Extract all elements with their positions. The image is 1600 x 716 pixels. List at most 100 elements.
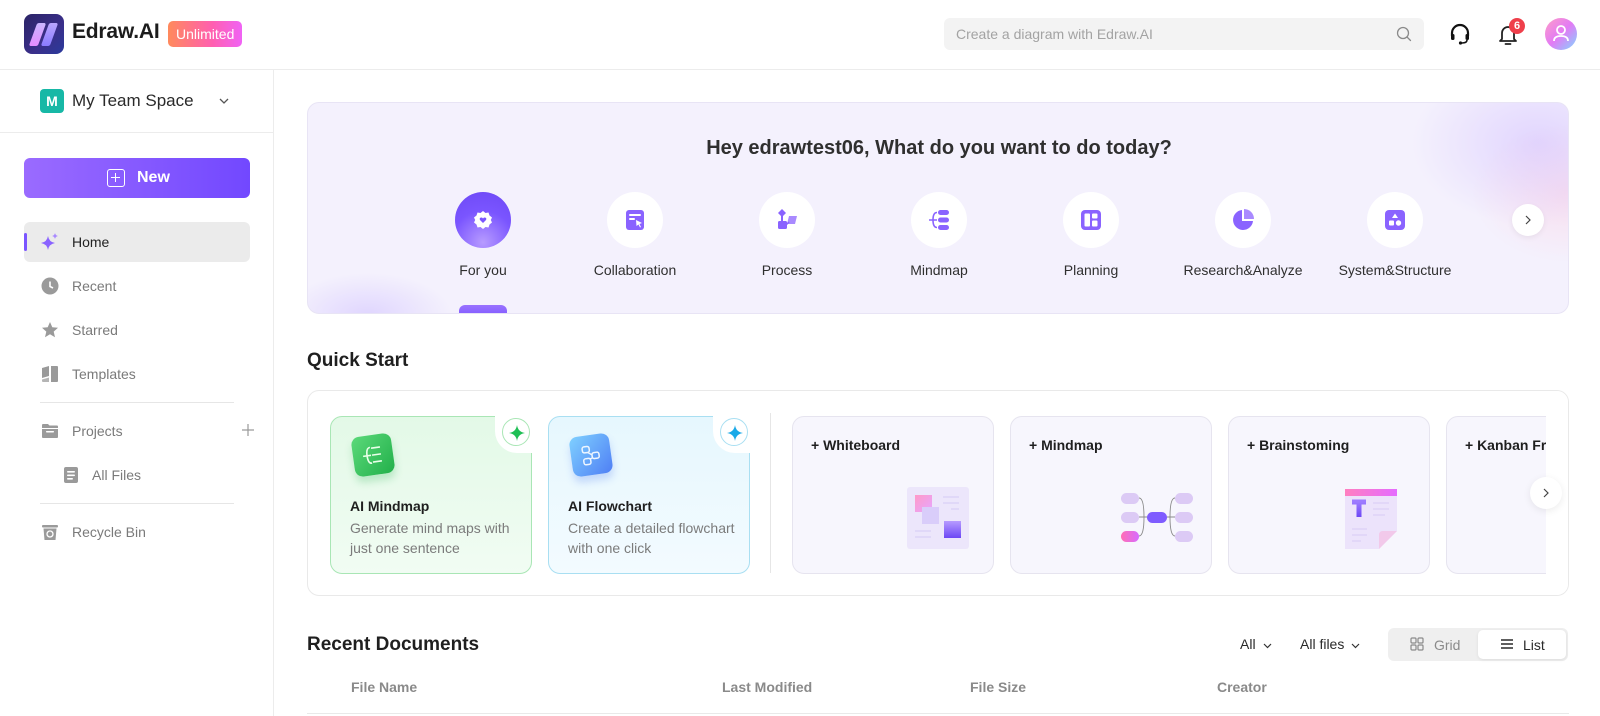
team-name: My Team Space xyxy=(72,91,194,110)
brainstorming-thumbnail-icon xyxy=(1345,489,1397,549)
sidebar-item-recycle-bin[interactable]: Recycle Bin xyxy=(24,512,250,552)
sidebar-item-label: Recent xyxy=(72,278,117,294)
category-label: Process xyxy=(761,262,813,278)
search-icon[interactable] xyxy=(1396,26,1412,42)
sidebar-item-templates[interactable]: Templates xyxy=(24,354,250,394)
sidebar-item-label: Home xyxy=(72,234,110,250)
ai-card-description: Generate mind maps with just one sentenc… xyxy=(350,520,510,556)
sidebar-item-label: Projects xyxy=(72,423,123,439)
ai-sparkle-icon xyxy=(727,425,743,441)
grid-view-button[interactable]: Grid xyxy=(1390,630,1476,659)
sidebar-item-label: Starred xyxy=(72,322,118,338)
new-button[interactable]: New xyxy=(24,158,250,198)
template-card-mindmap[interactable]: + Mindmap xyxy=(1010,416,1212,574)
sidebar-item-projects[interactable]: Projects xyxy=(24,411,254,451)
process-icon xyxy=(778,209,797,229)
column-header-file-size[interactable]: File Size xyxy=(970,679,1026,695)
trash-icon xyxy=(42,525,58,540)
sidebar-item-recent[interactable]: Recent xyxy=(24,266,250,306)
sidebar-divider xyxy=(40,402,234,403)
category-planning[interactable]: Planning xyxy=(1021,192,1161,278)
recent-documents-title: Recent Documents xyxy=(307,634,480,655)
sidebar-item-label: All Files xyxy=(92,467,142,483)
template-title: + Whiteboard xyxy=(811,437,901,453)
category-label: Planning xyxy=(1063,262,1119,278)
collaboration-icon xyxy=(626,210,644,230)
column-header-last-modified[interactable]: Last Modified xyxy=(722,679,812,695)
ai-sparkle-icon xyxy=(509,425,525,441)
sidebar-item-starred[interactable]: Starred xyxy=(24,310,250,350)
chevron-right-icon xyxy=(1543,488,1549,498)
categories-next-button[interactable] xyxy=(1512,204,1544,236)
clock-icon xyxy=(41,277,59,295)
ai-card-description: Create a detailed flowchart with one cli… xyxy=(568,520,735,556)
ai-card-title: AI Mindmap xyxy=(350,498,430,514)
grid-view-label: Grid xyxy=(1434,637,1461,653)
sparkle-icon xyxy=(41,233,58,250)
category-for-you[interactable]: For you xyxy=(413,192,553,278)
hero-banner: Hey edrawtest06, What do you want to do … xyxy=(307,102,1569,314)
folder-icon xyxy=(42,424,58,438)
greeting-title: Hey edrawtest06, What do you want to do … xyxy=(706,137,1172,159)
ai-mindmap-card[interactable]: AI Mindmap Generate mind maps with just … xyxy=(330,415,533,574)
active-category-indicator xyxy=(459,305,507,313)
category-label: Research&Analyze xyxy=(1183,262,1303,278)
column-header-file-name[interactable]: File Name xyxy=(351,679,417,695)
chevron-down-icon xyxy=(1351,643,1360,649)
category-label: For you xyxy=(459,262,507,278)
ai-mindmap-icon xyxy=(362,446,383,465)
sidebar-item-all-files[interactable]: All Files xyxy=(24,455,250,495)
ai-flowchart-card[interactable]: AI Flowchart Create a detailed flowchart… xyxy=(548,415,751,574)
category-process[interactable]: Process xyxy=(717,192,857,278)
pie-chart-icon xyxy=(1233,209,1254,230)
chevron-down-icon xyxy=(1263,643,1271,649)
sidebar-item-home[interactable]: Home xyxy=(24,222,250,262)
chevron-right-icon xyxy=(1525,215,1531,225)
team-space-selector[interactable]: M My Team Space xyxy=(0,70,273,133)
files-filter-value: All files xyxy=(1300,636,1345,652)
star-icon xyxy=(42,322,58,338)
list-view-label: List xyxy=(1523,637,1545,653)
edraw-logo[interactable] xyxy=(24,14,64,54)
whiteboard-thumbnail-icon xyxy=(907,487,969,549)
quick-start-panel: AI Mindmap Generate mind maps with just … xyxy=(307,390,1569,596)
category-mindmap[interactable]: Mindmap xyxy=(869,192,1009,278)
type-filter-value: All xyxy=(1240,636,1256,652)
template-title: + Kanban Fr xyxy=(1465,437,1547,453)
team-initial-badge: M xyxy=(40,89,64,113)
search-bar xyxy=(944,18,1424,50)
search-input[interactable] xyxy=(944,18,1364,50)
files-icon xyxy=(64,467,78,483)
sidebar-item-label: Recycle Bin xyxy=(72,524,146,540)
category-research-analyze[interactable]: Research&Analyze xyxy=(1173,192,1313,278)
template-card-brainstorming[interactable]: + Brainstoming xyxy=(1228,416,1430,574)
ai-flowchart-icon xyxy=(581,445,600,466)
category-label: Mindmap xyxy=(910,262,968,278)
column-header-creator[interactable]: Creator xyxy=(1217,679,1267,695)
list-view-button[interactable]: List xyxy=(1478,630,1566,659)
template-card-whiteboard[interactable]: + Whiteboard xyxy=(792,416,994,574)
category-label: Collaboration xyxy=(593,262,677,278)
new-button-label: New xyxy=(137,169,170,186)
type-filter-dropdown[interactable]: All xyxy=(1240,636,1273,652)
plus-square-icon xyxy=(107,169,125,187)
mindmap-icon xyxy=(929,210,949,230)
template-title: + Mindmap xyxy=(1029,437,1103,453)
quick-start-next-button[interactable] xyxy=(1530,477,1562,509)
notification-count-badge: 6 xyxy=(1509,18,1525,34)
user-avatar[interactable] xyxy=(1545,18,1577,50)
chevron-down-icon[interactable] xyxy=(217,94,231,108)
add-project-icon[interactable] xyxy=(241,423,255,437)
templates-icon xyxy=(42,366,58,382)
top-header: Edraw.AI Unlimited 6 xyxy=(0,0,1600,70)
plan-badge: Unlimited xyxy=(168,21,243,47)
headset-icon[interactable] xyxy=(1447,21,1473,47)
category-system-structure[interactable]: System&Structure xyxy=(1325,192,1465,278)
planning-icon xyxy=(1081,210,1101,230)
sidebar-item-label: Templates xyxy=(72,366,136,382)
category-collaboration[interactable]: Collaboration xyxy=(565,192,705,278)
for-you-icon xyxy=(474,211,492,229)
ai-card-title: AI Flowchart xyxy=(568,498,653,514)
view-mode-toggle: Grid List xyxy=(1388,628,1568,661)
files-filter-dropdown[interactable]: All files xyxy=(1300,636,1361,652)
